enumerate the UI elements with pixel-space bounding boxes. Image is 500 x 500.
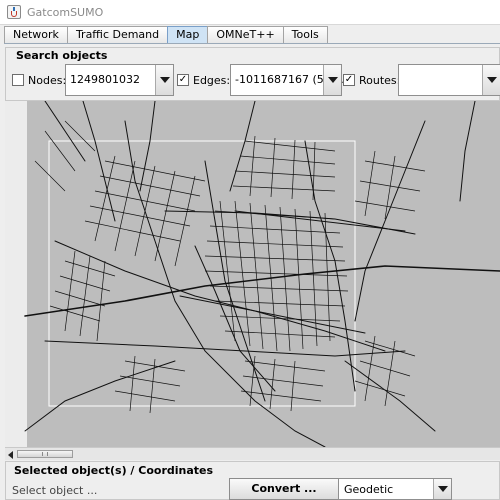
- chevron-down-icon[interactable]: [482, 65, 500, 95]
- coordinate-system-combo[interactable]: Geodetic: [338, 478, 452, 500]
- routes-label: Routes:: [359, 74, 401, 87]
- tab-divider: [4, 43, 500, 44]
- scrollbar-thumb[interactable]: [17, 450, 73, 458]
- edges-combo[interactable]: -1011687167 (551...: [230, 64, 348, 96]
- title-bar: GatcomSUMO: [0, 0, 500, 25]
- map-horizontal-scrollbar[interactable]: [5, 447, 500, 460]
- selected-objects-title: Selected object(s) / Coordinates: [14, 464, 214, 477]
- map-canvas[interactable]: [5, 101, 500, 447]
- tab-tools[interactable]: Tools: [282, 26, 328, 44]
- coordinate-system-value: Geodetic: [344, 483, 394, 496]
- tab-map[interactable]: Map: [167, 26, 209, 44]
- edges-checkbox[interactable]: ✓: [177, 74, 189, 86]
- nodes-combo-value: 1249801032: [70, 73, 140, 86]
- search-objects-title: Search objects: [14, 49, 110, 62]
- tab-omnet[interactable]: OMNeT++: [207, 26, 284, 44]
- select-object-input[interactable]: [10, 480, 230, 500]
- convert-button[interactable]: Convert ...: [229, 478, 339, 500]
- road-network-map: [5, 101, 500, 447]
- tab-bar: Network Traffic Demand Map OMNeT++ Tools: [4, 26, 328, 44]
- nodes-label: Nodes:: [28, 74, 67, 87]
- chevron-down-icon[interactable]: [155, 65, 173, 95]
- java-cup-icon: [7, 5, 21, 19]
- nodes-checkbox[interactable]: [12, 74, 24, 86]
- search-objects-panel: Search objects Nodes: 1249801032 ✓ Edges…: [5, 47, 500, 101]
- window-title: GatcomSUMO: [27, 6, 104, 19]
- routes-combo[interactable]: [398, 64, 500, 96]
- edges-label: Edges:: [193, 74, 231, 87]
- chevron-down-icon[interactable]: [323, 65, 341, 95]
- scroll-left-arrow-icon[interactable]: [8, 451, 13, 459]
- tab-traffic-demand[interactable]: Traffic Demand: [66, 26, 169, 44]
- routes-checkbox[interactable]: ✓: [343, 74, 355, 86]
- selected-objects-panel: Selected object(s) / Coordinates Convert…: [5, 461, 500, 500]
- nodes-combo[interactable]: 1249801032: [65, 64, 174, 96]
- tab-network[interactable]: Network: [4, 26, 68, 44]
- chevron-down-icon[interactable]: [433, 479, 451, 499]
